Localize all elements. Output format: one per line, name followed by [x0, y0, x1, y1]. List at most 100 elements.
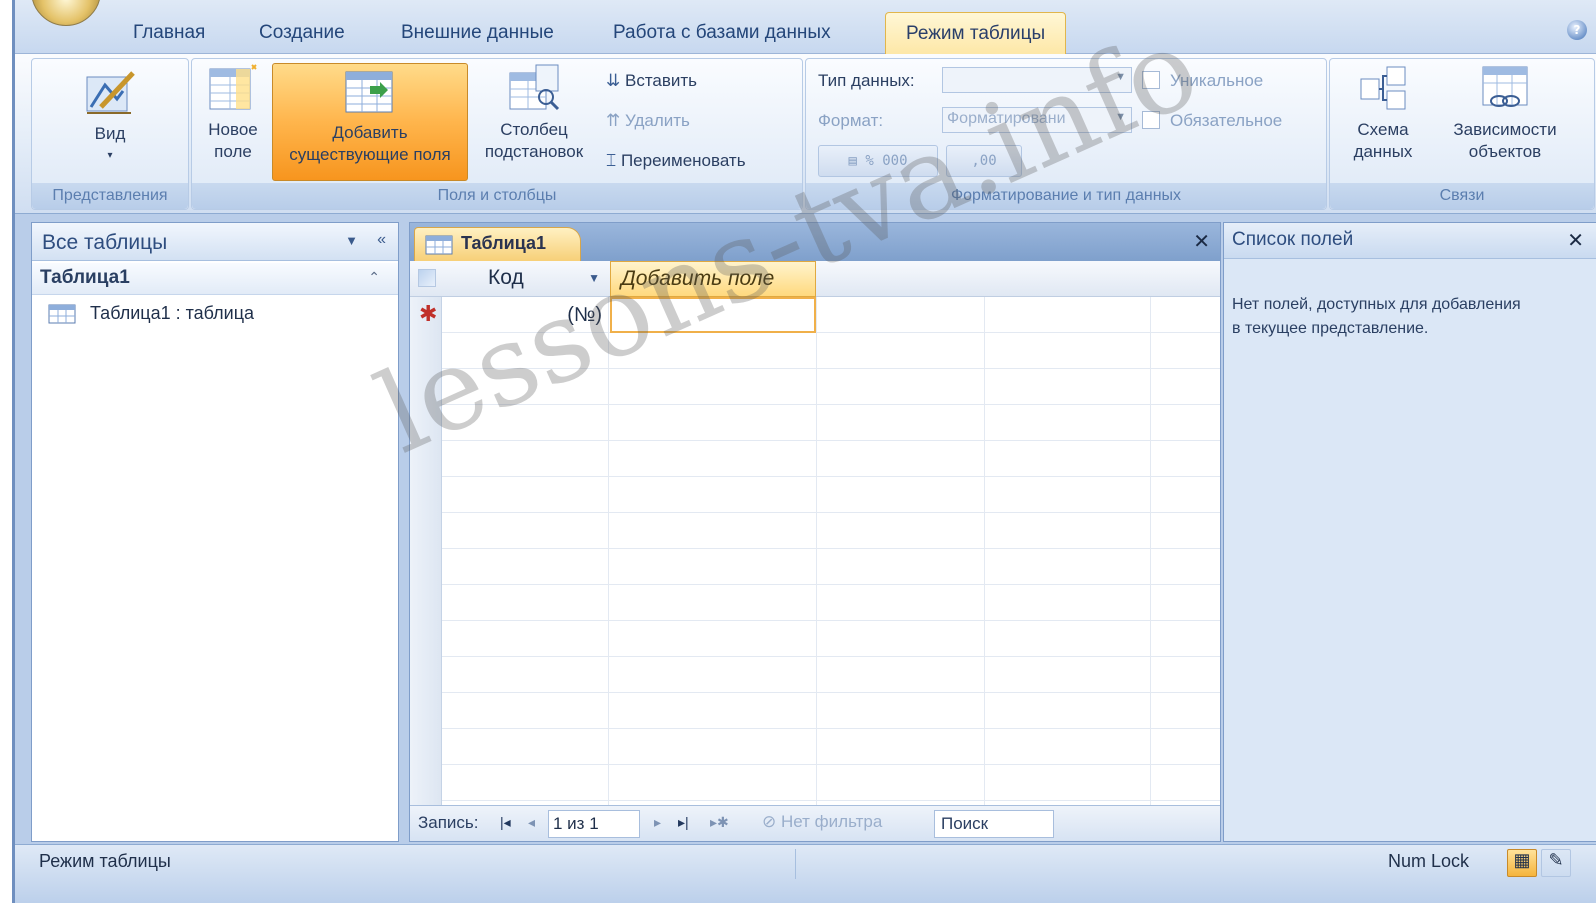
document-tab-table1[interactable]: Таблица1 [414, 227, 582, 261]
lookup-column-icon [509, 64, 560, 111]
add-existing-fields-icon [345, 71, 393, 113]
datasheet-grid: Код ▼ Добавить поле ✱ (№) [410, 261, 1220, 807]
number-format-buttons: ▤ % 000 [818, 145, 938, 177]
rename-column-button[interactable]: ⌶ Переименовать [606, 151, 746, 171]
column-header-add-field[interactable]: Добавить поле [610, 261, 816, 297]
object-dependencies-button[interactable]: Зависимости объектов [1430, 63, 1580, 163]
help-icon[interactable]: ? [1567, 20, 1587, 40]
ribbon: Вид ▾ Представления Новое поле Добавить … [15, 54, 1596, 214]
lookup-column-button[interactable]: Столбец подстановок [472, 63, 596, 163]
chevron-down-icon[interactable]: ▼ [345, 233, 358, 248]
column-header-id[interactable]: Код ▼ [442, 261, 608, 297]
add-existing-fields-button[interactable]: Добавить существующие поля [272, 63, 468, 181]
document-tabbar: Таблица1 ✕ [410, 223, 1220, 261]
group-fields-columns: Новое поле Добавить существующие поля Ст… [191, 58, 803, 210]
delete-column-button[interactable]: ⇈ Удалить [606, 111, 690, 131]
close-icon[interactable]: ✕ [1193, 229, 1210, 253]
view-button[interactable]: Вид ▾ [62, 63, 158, 167]
rename-column-icon: ⌶ [606, 151, 617, 170]
grid-divider [608, 261, 609, 807]
grid-divider [1150, 261, 1151, 807]
tab-home[interactable]: Главная [133, 22, 205, 44]
view-dropdown-arrow-icon: ▾ [107, 150, 113, 161]
rename-label: Переименовать [620, 151, 746, 170]
object-dependencies-icon [1482, 66, 1528, 107]
search-input[interactable]: Поиск [934, 810, 1054, 838]
collapse-group-icon[interactable]: ⌃ [368, 269, 380, 286]
workspace: Все таблицы ▼ « Таблица1 ⌃ Таблица1 : та… [15, 214, 1596, 844]
percent-format-button[interactable]: % [865, 153, 873, 169]
add-existing-label-2: существующие поля [289, 145, 451, 164]
field-list-header: Список полей ✕ [1224, 223, 1596, 259]
insert-column-button[interactable]: ⇊ Вставить [606, 71, 697, 91]
lookup-label-2: подстановок [484, 142, 584, 161]
field-list-message: Нет полей, доступных для добавления в те… [1232, 296, 1521, 337]
data-type-label: Тип данных: [818, 71, 915, 90]
status-divider [795, 849, 796, 879]
nav-header[interactable]: Все таблицы ▼ « [32, 223, 398, 261]
current-record-field[interactable]: 1 из 1 [548, 810, 640, 838]
group-fields-label: Поля и столбцы [192, 183, 802, 209]
select-all-icon[interactable] [418, 269, 436, 287]
cell-id-new[interactable]: (№) [442, 297, 608, 333]
tab-database-tools[interactable]: Работа с базами данных [613, 22, 831, 44]
close-icon[interactable]: ✕ [1567, 228, 1584, 253]
column-dropdown-icon[interactable]: ▼ [588, 261, 600, 295]
access-window: Главная Создание Внешние данные Работа с… [12, 0, 1596, 903]
last-record-icon[interactable]: ▸| [678, 814, 689, 831]
tab-create[interactable]: Создание [259, 22, 345, 44]
insert-label: Вставить [624, 71, 698, 90]
lookup-label-1: Столбец [500, 120, 568, 139]
format-combo[interactable]: Форматировани ▼ [942, 107, 1132, 133]
collapse-pane-icon[interactable]: « [377, 231, 386, 249]
nav-item-label: Таблица1 : таблица [90, 303, 255, 323]
dependencies-label-1: Зависимости [1453, 120, 1557, 139]
navigation-pane: Все таблицы ▼ « Таблица1 ⌃ Таблица1 : та… [31, 222, 399, 842]
datasheet-view-icon[interactable]: ▦ [1507, 849, 1537, 877]
column-header-row: Код ▼ Добавить поле [410, 261, 1220, 297]
new-field-icon [209, 64, 257, 110]
tab-external-data[interactable]: Внешние данные [401, 22, 554, 44]
status-mode: Режим таблицы [39, 851, 171, 871]
format-label: Формат: [818, 111, 884, 130]
nav-group-table1[interactable]: Таблица1 ⌃ [32, 263, 398, 295]
office-button[interactable] [31, 0, 101, 26]
group-relationships: Схема данных Зависимости объектов Связи [1329, 58, 1595, 210]
required-checkbox[interactable] [1142, 111, 1160, 129]
group-relationships-label: Связи [1330, 183, 1594, 209]
decimal-format-button[interactable]: ,00 [971, 153, 996, 169]
unique-label: Уникальное [1170, 71, 1264, 90]
records-label: Запись: [418, 813, 479, 832]
new-field-button[interactable]: Новое поле [198, 63, 268, 163]
new-record-icon: ✱ [419, 302, 438, 327]
filter-icon: ⊘ [762, 812, 777, 831]
currency-format-icon[interactable]: ▤ [848, 153, 856, 169]
insert-column-icon: ⇊ [606, 71, 621, 90]
previous-record-icon[interactable]: ◂ [528, 814, 535, 831]
design-view-icon[interactable]: ✎ [1541, 849, 1571, 877]
table-icon [48, 304, 76, 324]
nav-item-table1[interactable]: Таблица1 : таблица [48, 303, 254, 324]
new-record-nav-icon[interactable]: ▸✱ [710, 814, 729, 831]
relationships-icon [1360, 66, 1406, 110]
format-value: Форматировани [947, 110, 1066, 127]
thousands-format-button[interactable]: 000 [882, 153, 907, 169]
cell-add-field-new[interactable] [610, 297, 816, 333]
decimal-format-buttons: ,00 [946, 145, 1022, 177]
chevron-down-icon: ▼ [1115, 71, 1126, 83]
document-tab-label: Таблица1 [461, 233, 547, 253]
row-selector-column[interactable] [410, 261, 442, 807]
first-record-icon[interactable]: |◂ [500, 814, 511, 831]
grid-divider [816, 261, 817, 807]
unique-checkbox[interactable] [1142, 71, 1160, 89]
data-type-combo[interactable]: ▼ [942, 67, 1132, 93]
relationships-button[interactable]: Схема данных [1340, 63, 1426, 163]
tab-datasheet[interactable]: Режим таблицы [885, 12, 1067, 55]
chevron-down-icon: ▼ [1115, 111, 1126, 123]
nav-header-title: Все таблицы [42, 231, 168, 254]
group-views: Вид ▾ Представления [31, 58, 189, 210]
next-record-icon[interactable]: ▸ [654, 814, 661, 831]
filter-status-button[interactable]: ⊘ Нет фильтра [748, 812, 896, 832]
group-views-label: Представления [32, 183, 188, 209]
view-label: Вид [94, 124, 126, 143]
